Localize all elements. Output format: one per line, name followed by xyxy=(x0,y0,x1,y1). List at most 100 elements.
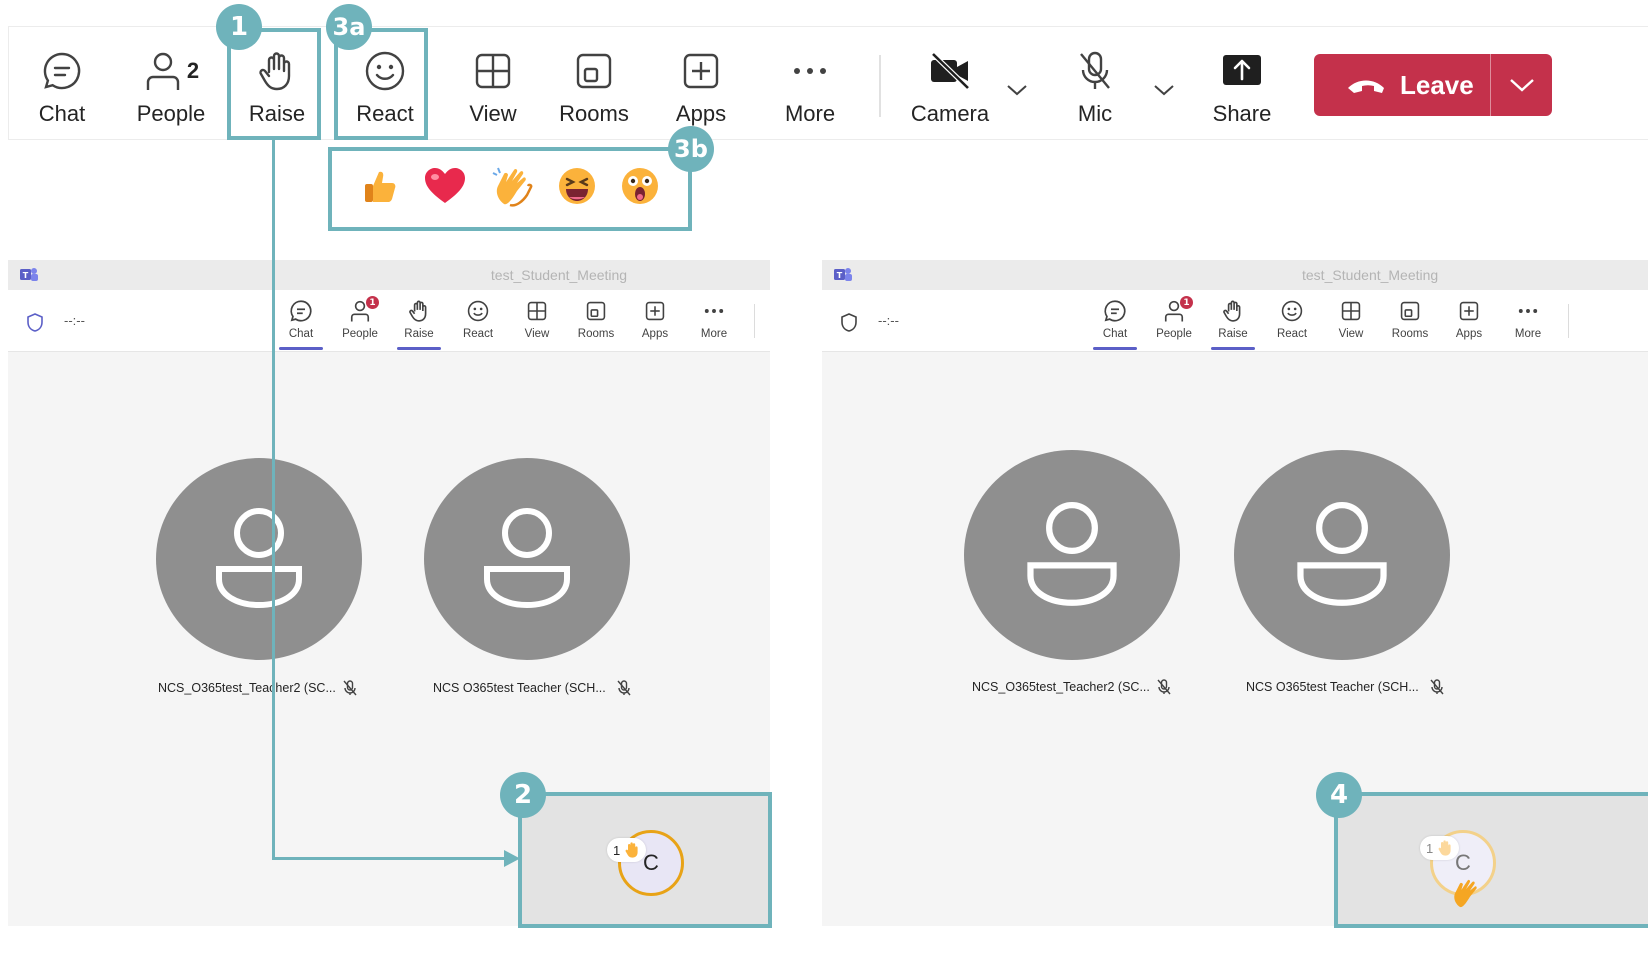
grid-view-icon xyxy=(469,47,517,95)
view-button[interactable]: View xyxy=(509,298,565,350)
apps-button[interactable]: Apps xyxy=(627,298,683,350)
view-label: View xyxy=(469,101,517,126)
window-title-bar: T test_Student_Meeting xyxy=(8,260,770,290)
view-label: View xyxy=(1338,328,1364,340)
person-placeholder-icon xyxy=(1297,502,1387,606)
step-badge-2: 2 xyxy=(500,772,546,818)
participant-avatar-2 xyxy=(1234,450,1450,660)
camera-button[interactable]: Camera xyxy=(911,27,989,139)
leave-button-group: Leave xyxy=(1314,54,1552,116)
participant-name-1: NCS_O365test_Teacher2 (SC... xyxy=(972,680,1150,694)
person-placeholder-icon xyxy=(216,508,302,609)
mic-label: Mic xyxy=(1077,101,1113,126)
rooms-button[interactable]: Rooms xyxy=(568,298,624,350)
apps-button[interactable]: Apps xyxy=(673,27,729,139)
mic-options-chevron-icon[interactable] xyxy=(1149,75,1179,105)
share-button[interactable]: Share xyxy=(1209,27,1275,139)
people-label: People xyxy=(342,328,378,340)
people-icon xyxy=(146,52,180,90)
people-button[interactable]: 1 People xyxy=(332,296,388,350)
mic-off-icon xyxy=(1157,679,1171,695)
shield-icon xyxy=(27,313,43,332)
participant-avatar-1 xyxy=(964,450,1180,660)
window-title: test_Student_Meeting xyxy=(1302,267,1439,283)
rooms-label: Rooms xyxy=(577,328,615,340)
meeting-controls-bar: --:-- Chat 1 People Raise React View Roo… xyxy=(822,290,1648,352)
people-label: People xyxy=(1156,328,1192,340)
shield-icon xyxy=(841,313,857,332)
annotation-connector-vertical xyxy=(272,140,275,860)
chat-icon xyxy=(1102,298,1128,324)
mic-off-icon xyxy=(1430,679,1444,695)
view-label: View xyxy=(524,328,550,340)
annotation-box-self-tile-right xyxy=(1334,792,1648,928)
chat-label: Chat xyxy=(1102,328,1128,340)
participant-name-2: NCS O365test Teacher (SCH... xyxy=(1246,680,1419,694)
active-underline xyxy=(397,347,441,350)
mic-off-icon xyxy=(1071,47,1119,95)
step-badge-3b: 3b xyxy=(668,126,714,172)
view-button[interactable]: View xyxy=(465,27,521,139)
apps-button[interactable]: Apps xyxy=(1441,298,1497,350)
chat-button[interactable]: Chat xyxy=(33,27,91,139)
chat-button[interactable]: Chat xyxy=(1087,298,1143,350)
react-button[interactable]: React xyxy=(1264,298,1320,350)
meeting-controls-bar: --:-- Chat 1 People Raise React View Roo… xyxy=(8,290,770,352)
view-button[interactable]: View xyxy=(1323,298,1379,350)
step-badge-1: 1 xyxy=(216,4,262,50)
react-label: React xyxy=(1276,328,1308,340)
more-button[interactable]: More xyxy=(1500,298,1556,350)
annotation-arrowhead-icon xyxy=(504,850,520,867)
step-badge-4: 4 xyxy=(1316,772,1362,818)
raise-hand-button[interactable]: Raise xyxy=(391,298,447,350)
people-button[interactable]: 2 People xyxy=(135,27,207,139)
people-icon: 1 xyxy=(347,296,379,324)
leave-button[interactable]: Leave xyxy=(1314,54,1490,116)
participant-name-2: NCS O365test Teacher (SCH... xyxy=(433,681,606,695)
leave-options-chevron-icon[interactable] xyxy=(1491,54,1552,116)
more-dots-icon xyxy=(1515,298,1541,324)
rooms-label: Rooms xyxy=(559,101,629,126)
rooms-icon xyxy=(1397,298,1423,324)
raise-hand-button[interactable]: Raise xyxy=(1205,298,1261,350)
more-dots-icon xyxy=(701,298,727,324)
rooms-button[interactable]: Rooms xyxy=(559,27,629,139)
window-title: test_Student_Meeting xyxy=(490,267,628,283)
smiley-icon xyxy=(1279,298,1305,324)
camera-label: Camera xyxy=(910,101,990,126)
chat-icon xyxy=(288,298,314,324)
person-placeholder-icon xyxy=(484,508,570,609)
rooms-label: Rooms xyxy=(1391,328,1429,340)
chat-label: Chat xyxy=(288,328,314,340)
more-button[interactable]: More xyxy=(781,27,839,139)
more-button[interactable]: More xyxy=(686,298,742,350)
annotation-box-reactions xyxy=(328,147,692,231)
toolbar-divider xyxy=(879,55,881,117)
mic-off-icon xyxy=(617,680,631,696)
camera-options-chevron-icon[interactable] xyxy=(1002,75,1032,105)
chat-label: Chat xyxy=(38,101,86,126)
apps-label: Apps xyxy=(1455,328,1483,340)
more-dots-icon xyxy=(786,47,834,95)
rooms-icon xyxy=(570,47,618,95)
people-notification-badge: 1 xyxy=(366,296,379,309)
meeting-timer: --:-- xyxy=(878,313,899,328)
react-button[interactable]: React xyxy=(450,298,506,350)
tutorial-screenshot: Chat 2 People Raise React View Rooms App… xyxy=(0,0,1648,973)
active-underline xyxy=(279,347,323,350)
grid-view-icon xyxy=(1338,298,1364,324)
participant-name-1: NCS_O365test_Teacher2 (SC... xyxy=(158,681,336,695)
chat-icon xyxy=(38,47,86,95)
rooms-button[interactable]: Rooms xyxy=(1382,298,1438,350)
step-badge-3a: 3a xyxy=(326,4,372,50)
people-button[interactable]: 1 People xyxy=(1146,296,1202,350)
mic-button[interactable]: Mic xyxy=(1071,27,1119,139)
apps-plus-icon xyxy=(642,298,668,324)
share-label: Share xyxy=(1212,101,1272,126)
people-count: 2 xyxy=(186,58,200,83)
hand-icon xyxy=(406,298,432,324)
chat-button[interactable]: Chat xyxy=(273,298,329,350)
camera-off-icon xyxy=(926,47,974,95)
participant-avatar-2 xyxy=(424,458,630,660)
raise-label: Raise xyxy=(1218,328,1248,340)
